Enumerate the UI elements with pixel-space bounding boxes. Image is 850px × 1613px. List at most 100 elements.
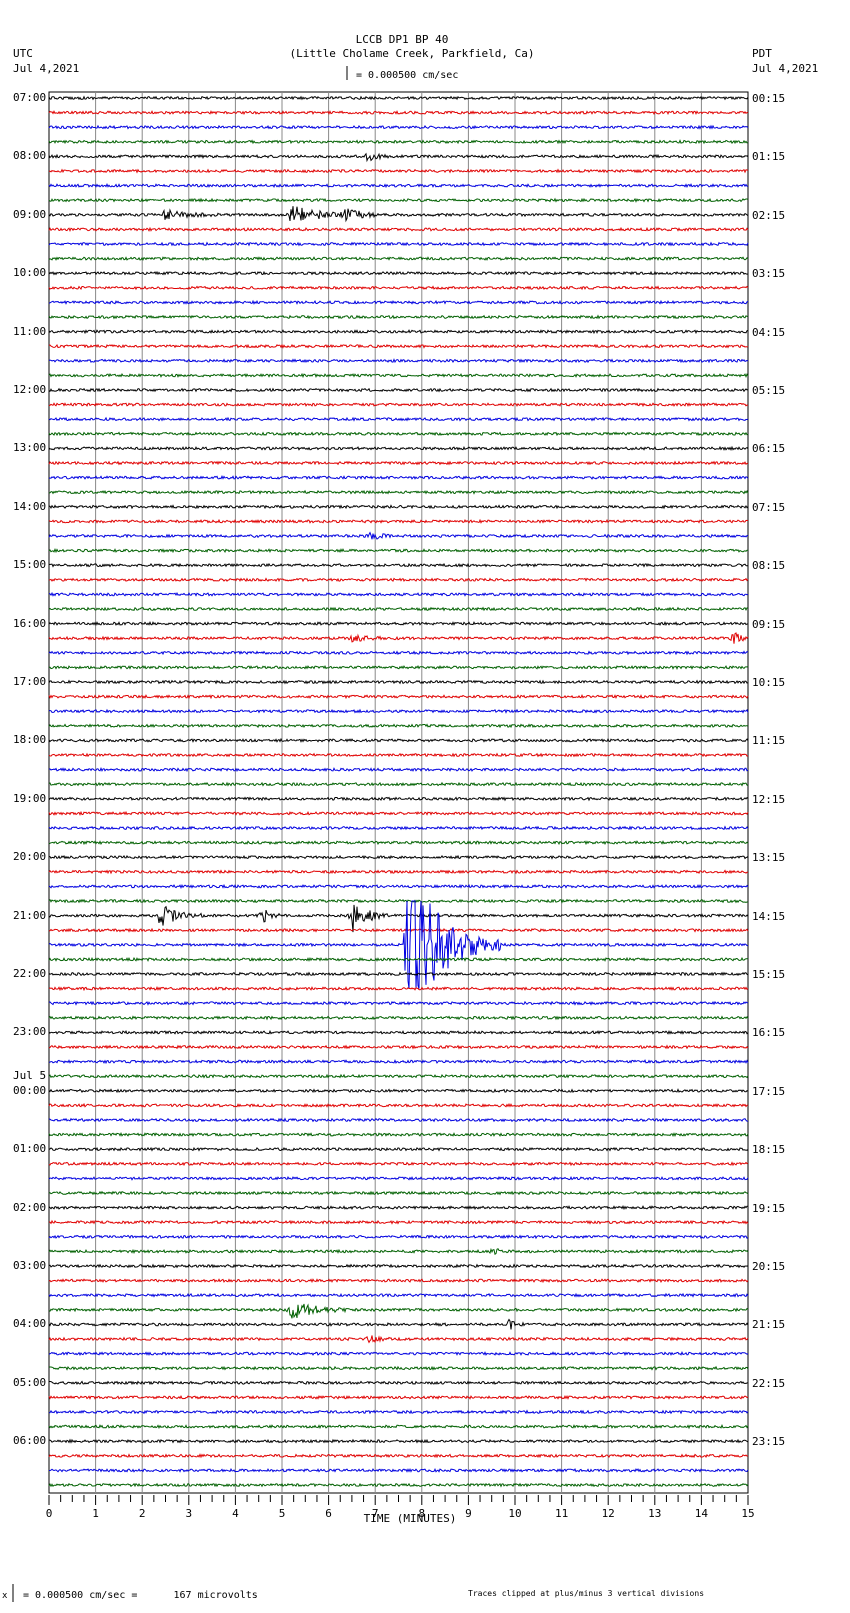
x-axis-label: TIME (MINUTES) bbox=[363, 1512, 457, 1525]
trace-line bbox=[48, 416, 749, 422]
x-tick-label: 13 bbox=[648, 1507, 662, 1520]
trace-line bbox=[48, 314, 749, 320]
right-time-label: 03:15 bbox=[752, 267, 786, 281]
trace-line bbox=[48, 781, 749, 787]
trace-line bbox=[48, 110, 749, 116]
left-time-label: 18:00 bbox=[13, 733, 47, 747]
left-time-label: 02:00 bbox=[13, 1200, 47, 1214]
x-tick-label: 10 bbox=[508, 1507, 522, 1520]
trace-line bbox=[48, 1453, 749, 1459]
trace-line bbox=[48, 1073, 749, 1079]
trace-line bbox=[48, 1409, 749, 1415]
x-tick-label: 9 bbox=[465, 1507, 472, 1520]
trace-line bbox=[49, 1438, 749, 1444]
trace-line bbox=[49, 1380, 748, 1386]
left-time-label: 03:00 bbox=[13, 1259, 47, 1272]
trace-line bbox=[48, 766, 749, 773]
right-time-label: 22:15 bbox=[752, 1376, 786, 1390]
left-time-label: 00:00 bbox=[13, 1083, 47, 1097]
trace-line bbox=[48, 1467, 749, 1473]
left-time-label: 13:00 bbox=[13, 441, 47, 455]
trace-line bbox=[48, 358, 749, 364]
trace-line bbox=[48, 693, 749, 700]
left-time-label: 21:00 bbox=[13, 908, 47, 922]
trace-line bbox=[48, 956, 749, 962]
trace-line bbox=[48, 898, 748, 904]
left-time-label: 16:00 bbox=[13, 616, 47, 630]
right-time-label: 19:15 bbox=[752, 1201, 786, 1215]
right-time-label: 06:15 bbox=[752, 442, 786, 456]
trace-line bbox=[48, 632, 749, 644]
trace-line bbox=[48, 1292, 749, 1298]
right-time-label: 11:15 bbox=[752, 734, 786, 748]
left-date-change-label: Jul 5 bbox=[13, 1068, 47, 1082]
trace-line bbox=[48, 1234, 749, 1240]
right-time-label: 21:15 bbox=[752, 1318, 786, 1332]
trace-line bbox=[48, 1365, 749, 1371]
trace-line bbox=[48, 1351, 749, 1357]
right-time-label: 13:15 bbox=[752, 851, 786, 865]
right-time-label: 14:15 bbox=[752, 909, 786, 923]
trace-line bbox=[48, 372, 749, 379]
trace-line bbox=[48, 1247, 749, 1255]
trace-line bbox=[48, 825, 749, 831]
trace-line bbox=[48, 591, 749, 597]
left-time-label: 06:00 bbox=[13, 1434, 47, 1448]
left-time-label: 07:00 bbox=[13, 91, 47, 104]
trace-line bbox=[48, 95, 749, 101]
trace-line bbox=[48, 1102, 749, 1108]
x-tick-label: 3 bbox=[185, 1507, 193, 1520]
footer-scale-note: = 0.000500 cm/sec = 167 microvolts bbox=[23, 1590, 258, 1601]
left-time-label: 08:00 bbox=[13, 149, 47, 163]
left-time-label: 11:00 bbox=[13, 324, 47, 338]
left-time-label: 12:00 bbox=[13, 383, 47, 396]
trace-line bbox=[48, 1015, 749, 1021]
left-time-label: 04:00 bbox=[13, 1317, 47, 1331]
trace-line bbox=[48, 664, 749, 671]
trace-line bbox=[48, 504, 749, 510]
x-tick-label: 5 bbox=[278, 1507, 286, 1520]
trace-line bbox=[48, 1161, 749, 1167]
x-tick-label: 11 bbox=[554, 1507, 569, 1520]
x-tick-label: 0 bbox=[45, 1507, 53, 1520]
trace-line bbox=[48, 1263, 749, 1269]
right-time-label: 20:15 bbox=[752, 1260, 786, 1273]
trace-line bbox=[48, 1088, 749, 1094]
trace-line bbox=[48, 226, 749, 233]
right-time-label: 05:15 bbox=[752, 384, 786, 397]
trace-line bbox=[48, 1335, 749, 1344]
trace-line bbox=[48, 1205, 748, 1211]
trace-line bbox=[48, 1146, 749, 1152]
trace-line bbox=[48, 518, 749, 524]
trace-line bbox=[48, 402, 749, 408]
trace-line bbox=[48, 810, 749, 816]
trace-line bbox=[48, 168, 749, 174]
right-time-label: 10:15 bbox=[752, 676, 786, 689]
right-time-label: 09:15 bbox=[752, 617, 786, 631]
seismogram-plot bbox=[12, 66, 749, 1602]
trace-line bbox=[48, 329, 749, 335]
trace-line bbox=[48, 796, 749, 802]
x-tick-label: 12 bbox=[601, 1507, 615, 1520]
trace-line bbox=[48, 139, 749, 145]
trace-line bbox=[48, 387, 749, 393]
x-tick-label: 1 bbox=[92, 1507, 99, 1520]
trace-line bbox=[48, 256, 749, 262]
trace-line bbox=[48, 1219, 749, 1225]
trace-line bbox=[48, 606, 749, 612]
left-time-label: 01:00 bbox=[13, 1142, 47, 1156]
trace-line bbox=[48, 1190, 749, 1196]
trace-line bbox=[48, 1044, 749, 1050]
trace-line bbox=[48, 299, 749, 305]
trace-line bbox=[48, 241, 749, 247]
trace-line bbox=[48, 1059, 749, 1065]
trace-line bbox=[48, 883, 749, 890]
seismogram-page: LCCB DP1 BP 40 (Little Cholame Creek, Pa… bbox=[0, 0, 850, 1613]
left-time-label: 23:00 bbox=[13, 1025, 47, 1039]
trace-line bbox=[48, 475, 749, 480]
trace-line bbox=[48, 1117, 749, 1123]
right-time-label: 00:15 bbox=[752, 92, 786, 105]
trace-line bbox=[48, 869, 749, 875]
trace-line bbox=[48, 431, 749, 437]
trace-line bbox=[48, 343, 749, 349]
